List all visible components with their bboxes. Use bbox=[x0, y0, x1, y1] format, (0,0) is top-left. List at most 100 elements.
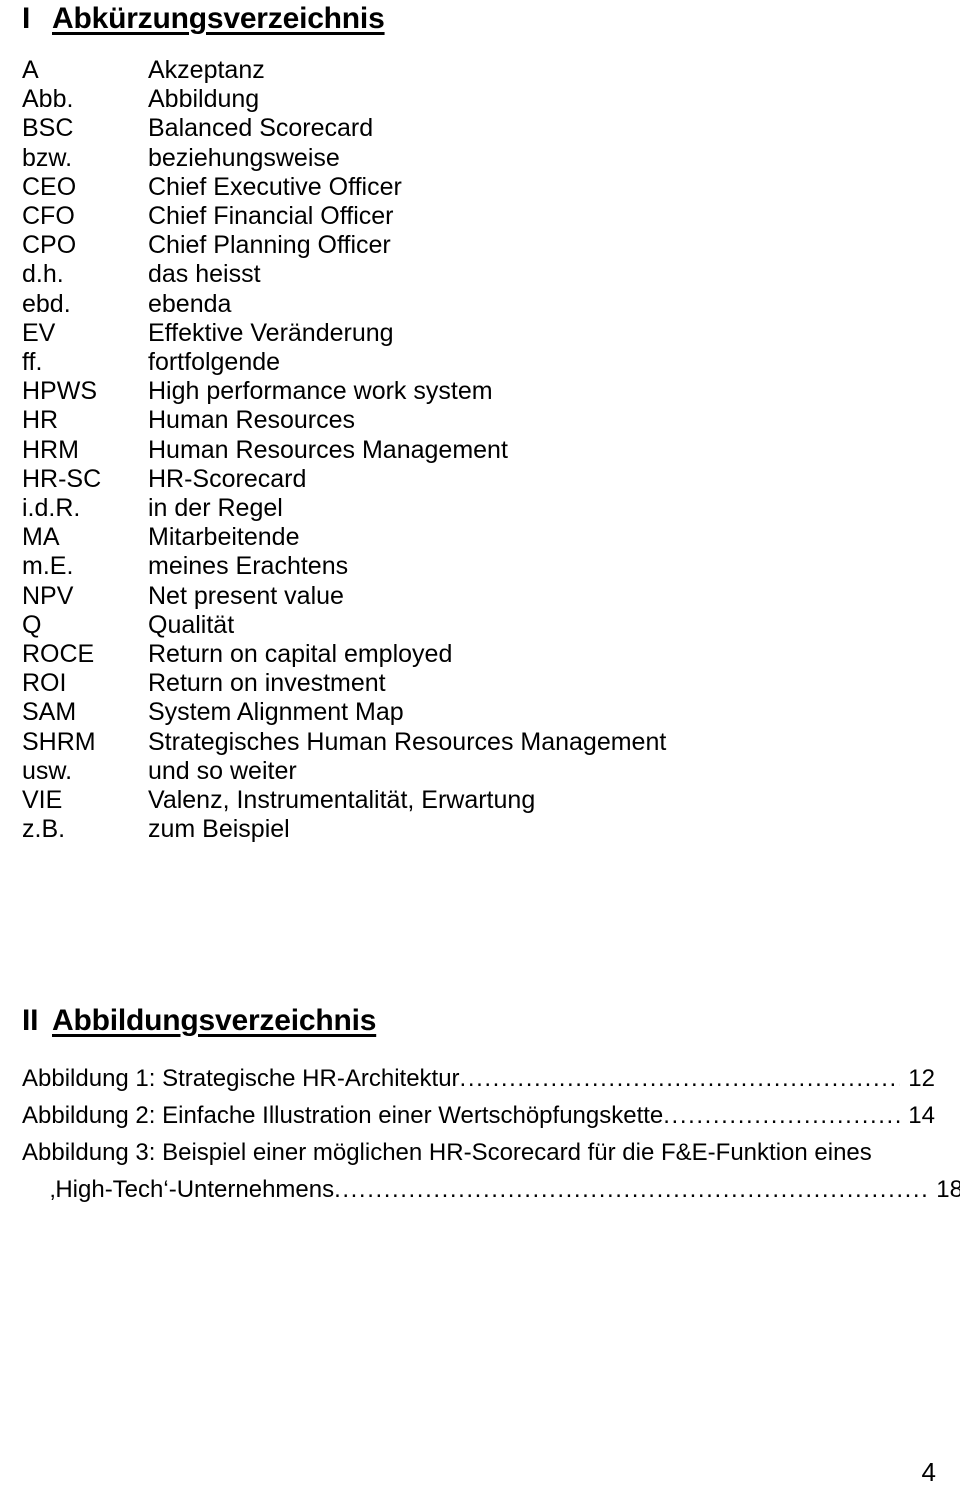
abbreviation-term: CEO bbox=[22, 172, 77, 201]
abbreviation-row: VIE Valenz, Instrumentalität, Erwartung bbox=[22, 786, 932, 815]
abbreviation-row: ROI Return on investment bbox=[22, 669, 932, 698]
section-heading-figures: II Abbildungsverzeichnis bbox=[22, 1004, 376, 1038]
abbreviation-definition: Human Resources bbox=[148, 406, 356, 435]
abbreviation-definition: Human Resources Management bbox=[148, 435, 508, 464]
abbreviation-definition: System Alignment Map bbox=[148, 698, 404, 727]
abbreviation-row: HR Human Resources bbox=[22, 406, 932, 435]
abbreviation-row: EV Effektive Veränderung bbox=[22, 319, 932, 348]
abbreviation-definition: Return on capital employed bbox=[148, 640, 453, 669]
document-page: I Abkürzungsverzeichnis A Akzeptanz Abb. Ab… bbox=[0, 0, 960, 1509]
abbreviation-definition: und so weiter bbox=[148, 756, 297, 785]
abbreviation-term: m.E. bbox=[22, 552, 74, 581]
figure-entry-line: ‚High-Tech‘-Unternehmens................… bbox=[22, 1171, 960, 1208]
abbreviation-term: BSC bbox=[22, 114, 74, 143]
abbreviation-row: BSC Balanced Scorecard bbox=[22, 114, 932, 143]
abbreviation-term: HR bbox=[22, 406, 59, 435]
dot-leader: ........................................… bbox=[459, 1065, 901, 1092]
abbreviation-term: VIE bbox=[22, 786, 63, 815]
abbreviation-term: bzw. bbox=[22, 143, 73, 172]
abbreviation-definition: Chief Planning Officer bbox=[148, 231, 391, 260]
abbreviation-term: CFO bbox=[22, 202, 75, 231]
abbreviation-term: Q bbox=[22, 610, 42, 639]
abbreviation-definition: beziehungsweise bbox=[148, 143, 340, 172]
abbreviation-definition: Qualität bbox=[148, 610, 235, 639]
abbreviation-row: SHRM Strategisches Human Resources Manage… bbox=[22, 728, 932, 757]
figure-entry[interactable]: Abbildung 2: Einfache Illustration einer… bbox=[22, 1097, 935, 1134]
abbreviation-term: SHRM bbox=[22, 727, 96, 756]
abbreviation-definition: Mitarbeitende bbox=[148, 523, 300, 552]
abbreviation-row: Abb. Abbildung bbox=[22, 85, 932, 114]
abbreviation-row: HR-SC HR-Scorecard bbox=[22, 465, 932, 494]
abbreviation-definition: meines Erachtens bbox=[148, 552, 349, 581]
abbreviation-definition: fortfolgende bbox=[148, 348, 281, 377]
abbreviation-definition: HR-Scorecard bbox=[148, 464, 307, 493]
abbreviation-list: A Akzeptanz Abb. Abbildung BSC Balanced Score… bbox=[22, 56, 932, 844]
abbreviation-term: Abb. bbox=[22, 85, 74, 114]
abbreviation-definition: Effektive Veränderung bbox=[148, 318, 394, 347]
abbreviation-definition: Strategisches Human Resources Management bbox=[148, 727, 667, 756]
abbreviation-definition: Chief Executive Officer bbox=[148, 172, 402, 201]
section-title: Abbildungsverzeichnis bbox=[52, 1004, 377, 1037]
abbreviation-term: d.h. bbox=[22, 260, 64, 289]
abbreviation-row: ROCE Return on capital employed bbox=[22, 640, 932, 669]
abbreviation-definition: das heisst bbox=[148, 260, 261, 289]
abbreviation-term: HR-SC bbox=[22, 464, 102, 493]
abbreviation-row: HRM Human Resources Management bbox=[22, 436, 932, 465]
figure-entry-line: Abbildung 2: Einfache Illustration einer… bbox=[22, 1097, 935, 1134]
figure-page-number: 14 bbox=[908, 1102, 935, 1129]
abbreviation-row: d.h. das heisst bbox=[22, 260, 932, 289]
abbreviation-definition: Abbildung bbox=[148, 85, 260, 114]
figure-entry-line: Abbildung 3: Beispiel einer möglichen HR… bbox=[22, 1134, 935, 1171]
abbreviation-definition: Return on investment bbox=[148, 669, 386, 698]
abbreviation-term: usw. bbox=[22, 756, 73, 785]
dot-leader: ........................................… bbox=[663, 1102, 901, 1129]
abbreviation-row: z.B. zum Beispiel bbox=[22, 815, 932, 844]
page-number: 4 bbox=[921, 1457, 936, 1487]
dot-leader: ........................................… bbox=[334, 1176, 929, 1203]
abbreviation-row: i.d.R. in der Regel bbox=[22, 494, 932, 523]
abbreviation-row: ebd. ebenda bbox=[22, 290, 932, 319]
abbreviation-row: SAM System Alignment Map bbox=[22, 698, 932, 727]
abbreviation-term: ROI bbox=[22, 669, 67, 698]
section-title: Abkürzungsverzeichnis bbox=[52, 2, 385, 35]
abbreviation-definition: Net present value bbox=[148, 581, 344, 610]
abbreviation-row: HPWS High performance work system bbox=[22, 377, 932, 406]
abbreviation-row: bzw. beziehungsweise bbox=[22, 144, 932, 173]
figure-caption-text: ‚High-Tech‘-Unternehmens bbox=[50, 1176, 335, 1203]
abbreviation-term: EV bbox=[22, 318, 56, 347]
abbreviation-row: CEO Chief Executive Officer bbox=[22, 173, 932, 202]
section-number: I bbox=[22, 2, 31, 35]
list-of-figures: Abbildung 1: Strategische HR-Architektur… bbox=[22, 1060, 960, 1208]
abbreviation-definition: Valenz, Instrumentalität, Erwartung bbox=[148, 786, 536, 815]
figure-entry[interactable]: Abbildung 1: Strategische HR-Architektur… bbox=[22, 1060, 935, 1097]
abbreviation-term: A bbox=[22, 56, 39, 84]
abbreviation-row: usw. und so weiter bbox=[22, 757, 932, 786]
abbreviation-row: A Akzeptanz bbox=[22, 56, 932, 85]
abbreviation-term: NPV bbox=[22, 581, 74, 610]
abbreviation-definition: Chief Financial Officer bbox=[148, 202, 394, 231]
abbreviation-definition: ebenda bbox=[148, 289, 232, 318]
figure-caption-text: Abbildung 3: Beispiel einer möglichen HR… bbox=[22, 1139, 872, 1166]
abbreviation-row: CFO Chief Financial Officer bbox=[22, 202, 932, 231]
abbreviation-term: z.B. bbox=[22, 815, 66, 844]
abbreviation-term: HRM bbox=[22, 435, 79, 464]
figure-caption-text: Abbildung 1: Strategische HR-Architektur bbox=[22, 1065, 460, 1092]
figure-caption-text: Abbildung 2: Einfache Illustration einer… bbox=[22, 1102, 664, 1129]
abbreviation-definition: zum Beispiel bbox=[148, 815, 290, 844]
abbreviation-row: Q Qualität bbox=[22, 611, 932, 640]
abbreviation-definition: High performance work system bbox=[148, 377, 493, 406]
abbreviation-term: HPWS bbox=[22, 377, 97, 406]
abbreviation-definition: Akzeptanz bbox=[148, 56, 265, 84]
abbreviation-term: CPO bbox=[22, 231, 77, 260]
abbreviation-definition: in der Regel bbox=[148, 494, 283, 523]
abbreviation-term: SAM bbox=[22, 698, 77, 727]
figure-entry-line: Abbildung 1: Strategische HR-Architektur… bbox=[22, 1060, 935, 1097]
figure-entry[interactable]: Abbildung 3: Beispiel einer möglichen HR… bbox=[22, 1134, 960, 1208]
abbreviation-term: MA bbox=[22, 523, 60, 552]
abbreviation-row: CPO Chief Planning Officer bbox=[22, 231, 932, 260]
abbreviation-term: i.d.R. bbox=[22, 494, 81, 523]
abbreviation-row: MA Mitarbeitende bbox=[22, 523, 932, 552]
figure-page-number: 18 bbox=[936, 1176, 960, 1203]
abbreviation-row: ff. fortfolgende bbox=[22, 348, 932, 377]
section-number: II bbox=[22, 1004, 39, 1037]
